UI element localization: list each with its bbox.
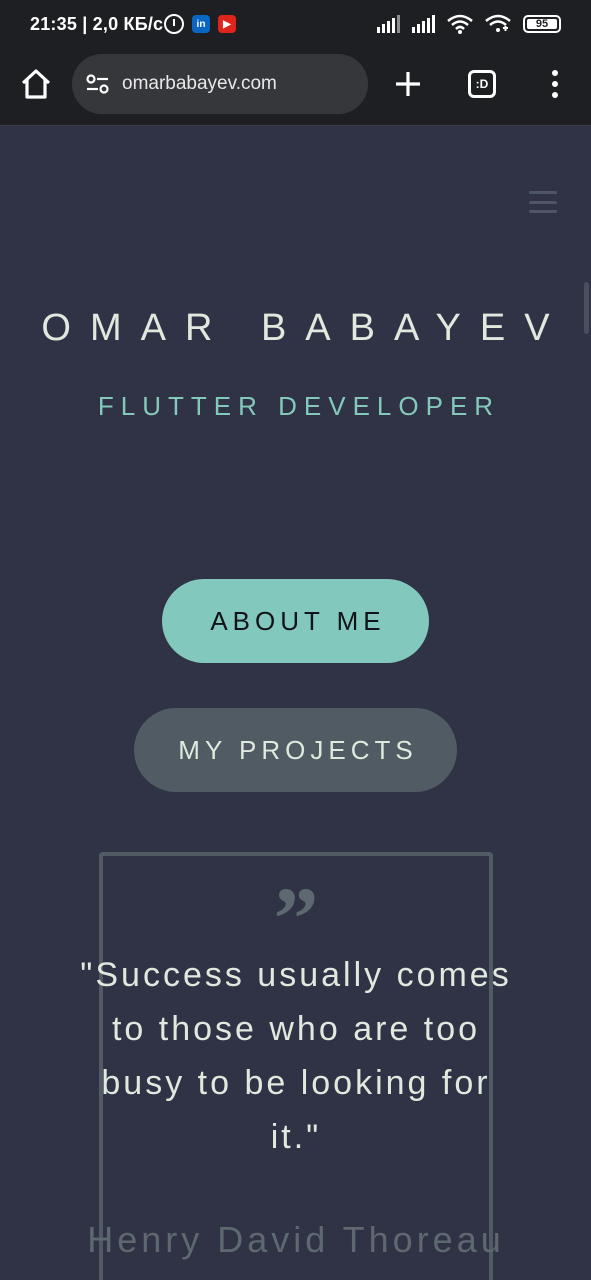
about-me-button[interactable]: ABOUT ME: [162, 579, 429, 663]
browser-menu-icon[interactable]: [541, 66, 569, 102]
address-bar[interactable]: omarbabayev.com: [72, 54, 368, 114]
system-status-bar: 21:35 | 2,0 КБ/с in ▶ 95: [0, 0, 591, 52]
home-icon[interactable]: [18, 66, 54, 102]
wifi-icon: [447, 14, 473, 34]
linkedin-icon: in: [192, 15, 210, 33]
youtube-icon: ▶: [218, 15, 236, 33]
quote-mark-icon: ”: [103, 886, 489, 928]
signal-icon-sim2: [412, 15, 435, 33]
quote-card: ” "Success usually comes to those who ar…: [80, 852, 509, 1280]
url-text: omarbabayev.com: [122, 73, 277, 94]
tab-switcher-button[interactable]: :D: [468, 70, 496, 98]
quote-author: Henry David Thoreau: [87, 1219, 505, 1260]
quote-text: "Success usually comes to those who are …: [80, 956, 512, 1156]
status-notification-icons: in ▶: [164, 14, 236, 34]
status-time: 21:35 | 2,0 КБ/с: [30, 14, 164, 34]
new-tab-icon[interactable]: [390, 66, 426, 102]
hamburger-menu-icon[interactable]: [529, 191, 557, 213]
signal-icon-sim1: [377, 15, 400, 33]
browser-toolbar: omarbabayev.com :D: [0, 52, 591, 126]
role-subtitle: FLUTTER DEVELOPER: [97, 391, 501, 421]
my-projects-button[interactable]: MY PROJECTS: [134, 708, 457, 792]
site-settings-icon[interactable]: [84, 70, 112, 98]
web-page: OMAR BABAYEV FLUTTER DEVELOPER ABOUT ME …: [0, 127, 591, 1280]
battery-icon: 95: [523, 15, 561, 33]
alarm-icon: [164, 14, 184, 34]
wifi-hotspot-icon: [485, 14, 511, 32]
page-title: OMAR BABAYEV: [41, 307, 569, 349]
status-right-icons: 95: [377, 14, 561, 34]
